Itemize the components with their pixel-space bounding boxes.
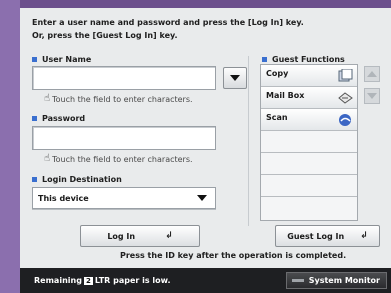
status-bar: Remaining 2 LTR paper is low. System Mon… [20,268,391,293]
copy-icon [337,68,353,83]
login-destination-select[interactable]: This device [32,187,216,209]
guest-item-copy[interactable]: Copy [261,65,357,87]
divider [32,209,216,210]
guest-functions-list: Copy Mail Box Scan [260,64,358,221]
left-frame-strip [0,0,20,293]
user-name-label: User Name [32,55,91,64]
guest-item-mail-box[interactable]: Mail Box [261,87,357,109]
login-destination-label: Login Destination [32,175,122,184]
chevron-down-icon [197,195,207,201]
paper-tray-icon: 2 [83,276,93,285]
password-field[interactable] [32,126,216,150]
guest-item-scan[interactable]: Scan [261,109,357,131]
instruction-line-2: Or, press the [Guest Log In] key. [32,31,178,40]
bullet-icon [32,57,37,62]
chevron-down-icon [367,93,377,99]
system-monitor-button[interactable]: System Monitor [285,272,387,289]
instructions: Enter a user name and password and press… [32,16,382,42]
log-in-button[interactable]: Log In ↲ [80,225,200,247]
mailbox-icon [337,90,353,105]
guest-item-empty [261,131,357,153]
chevron-down-icon [230,75,240,81]
guest-functions-label: Guest Functions [262,55,345,64]
hand-pointer-icon: ☝ [44,153,51,164]
guest-item-empty [261,197,357,219]
user-name-field[interactable] [32,66,216,90]
bullet-icon [32,116,37,121]
status-paper-low: LTR paper is low. [94,276,171,285]
enter-icon: ↲ [165,231,173,241]
scan-icon [337,112,353,127]
hand-pointer-icon: ☝ [44,93,51,104]
password-label: Password [32,114,85,123]
status-remaining: Remaining [34,276,82,285]
bullet-icon [262,57,267,62]
bullet-icon [32,177,37,182]
guest-item-empty [261,175,357,197]
instruction-line-1: Enter a user name and password and press… [32,18,304,27]
enter-icon: ↲ [360,231,368,241]
login-destination-value: This device [38,193,89,203]
guest-item-empty [261,153,357,175]
chevron-up-icon [367,71,377,77]
guest-log-in-button[interactable]: Guest Log In ↲ [275,225,380,247]
user-name-dropdown-button[interactable] [223,67,247,89]
bottom-message: Press the ID key after the operation is … [120,251,347,260]
user-name-hint: ☝ Touch the field to enter characters. [44,93,193,105]
scroll-up-button[interactable] [364,66,380,82]
scroll-down-button[interactable] [364,88,380,104]
monitor-icon [291,279,304,282]
top-frame-strip [20,0,391,8]
password-hint: ☝ Touch the field to enter characters. [44,153,193,165]
divider [248,56,249,226]
